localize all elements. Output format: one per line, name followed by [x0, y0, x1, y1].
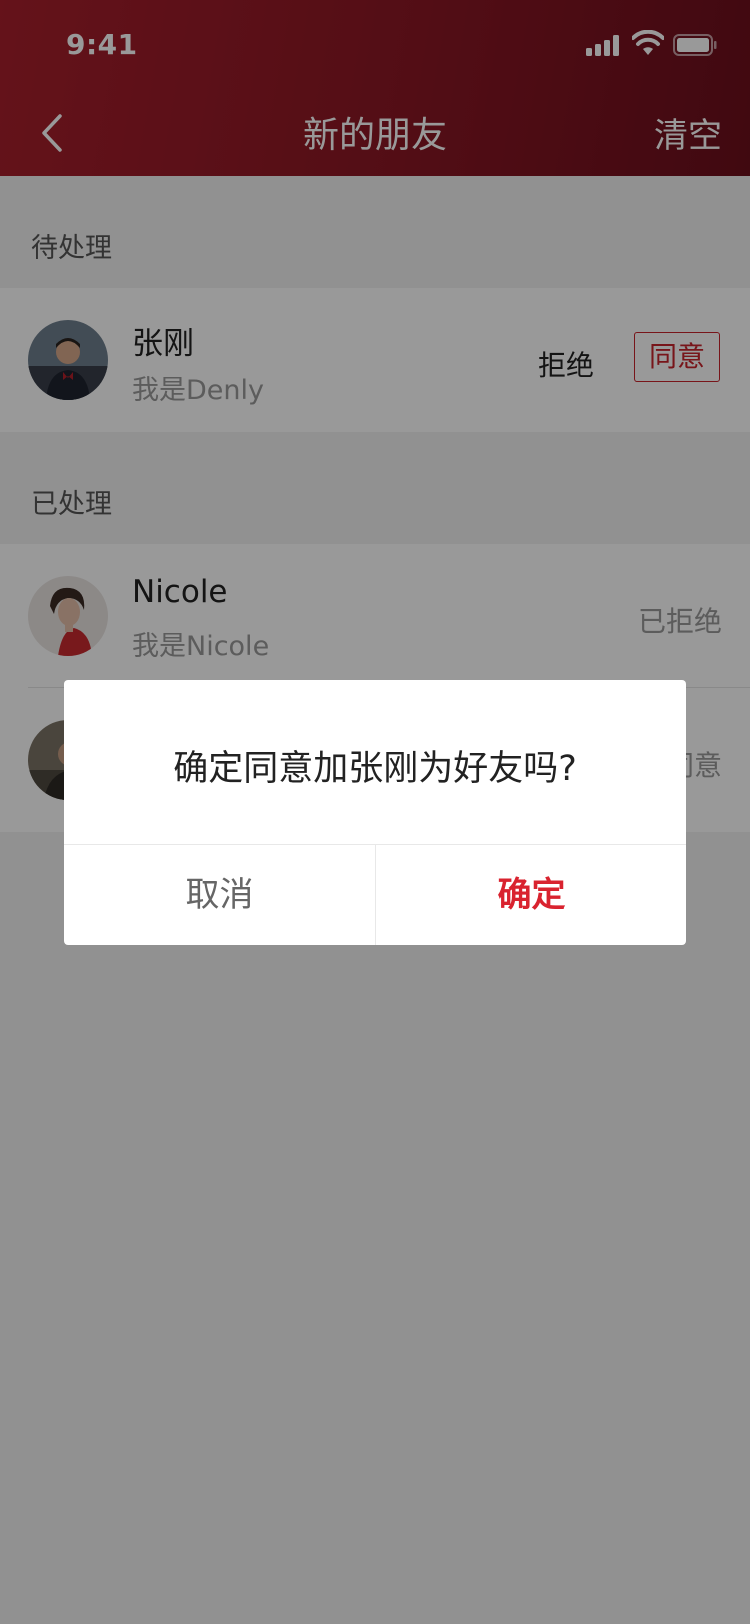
confirm-button[interactable]: 确定	[376, 845, 686, 945]
cancel-button[interactable]: 取消	[64, 845, 375, 945]
confirm-dialog: 确定同意加张刚为好友吗? 取消 确定	[64, 680, 686, 945]
dialog-message: 确定同意加张刚为好友吗?	[173, 749, 577, 789]
